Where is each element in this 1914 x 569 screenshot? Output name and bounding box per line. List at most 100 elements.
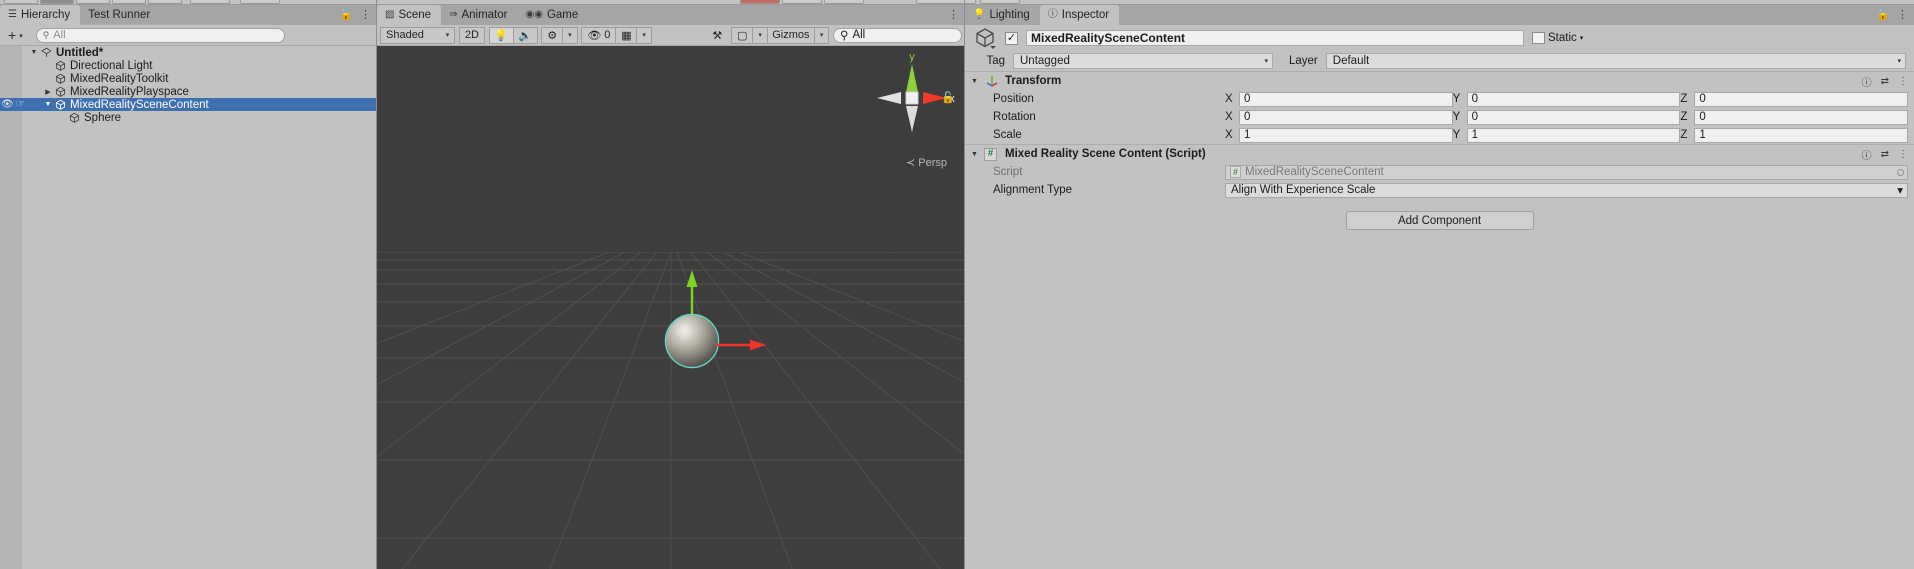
component-header-transform[interactable]: ▼ Transform ⓘ ⇄ ⋮: [965, 71, 1914, 90]
toolbar-pause-button[interactable]: [782, 0, 822, 4]
kebab-menu-icon[interactable]: ⋮: [1898, 149, 1908, 160]
toolbar-cloud-button[interactable]: [980, 0, 1020, 4]
scale-x-input[interactable]: 1: [1239, 128, 1453, 143]
rotation-vector3: X0Y0Z0: [1225, 110, 1908, 125]
scene-icon: [40, 47, 53, 58]
draw-mode-dropdown[interactable]: Shaded ▾: [380, 27, 455, 44]
position-y-input[interactable]: 0: [1467, 92, 1681, 107]
gizmos-button[interactable]: Gizmos: [767, 27, 815, 44]
foldout-icon[interactable]: ▼: [28, 49, 40, 56]
scene-grid-toggle[interactable]: ▦: [615, 27, 637, 44]
static-toggle-group[interactable]: Static ▾: [1532, 32, 1585, 44]
kebab-menu-icon[interactable]: ⋮: [360, 10, 371, 21]
scene-hidden-objects[interactable]: 👁 0: [581, 27, 616, 44]
scene-camera-dropdown[interactable]: ▾: [752, 27, 768, 44]
lock-icon[interactable]: 🔓: [1876, 10, 1890, 21]
toolbar-hand-tool[interactable]: [4, 0, 38, 4]
rotation-y-axis: Y0: [1453, 110, 1681, 125]
foldout-icon[interactable]: ▶: [42, 88, 54, 96]
scale-y-input[interactable]: 1: [1467, 128, 1681, 143]
lock-open-icon[interactable]: 🔓: [941, 91, 955, 104]
script-object-field[interactable]: #MixedRealitySceneContent: [1225, 165, 1908, 180]
component-header-mixed-reality-scene-content[interactable]: ▼ # Mixed Reality Scene Content (Script)…: [965, 144, 1914, 163]
hierarchy-item-mixedrealitytoolkit[interactable]: MixedRealityToolkit: [0, 72, 377, 85]
object-picker-icon[interactable]: [1897, 169, 1904, 176]
scene-viewport[interactable]: y x 🔓 ≺ Persp: [377, 46, 965, 569]
gameobject-cube-icon: [54, 99, 67, 110]
rotation-x-input[interactable]: 0: [1239, 110, 1453, 125]
position-z-input[interactable]: 0: [1694, 92, 1908, 107]
toolbar-play-button[interactable]: [740, 0, 780, 4]
toolbar-rotate-tool[interactable]: [76, 0, 110, 4]
perspective-label[interactable]: ≺ Persp: [906, 156, 947, 169]
toolbar-rect-tool[interactable]: [148, 0, 182, 4]
tab-scene[interactable]: ▧ Scene: [377, 5, 441, 25]
property-row-rotation: RotationX0Y0Z0: [965, 108, 1914, 126]
hierarchy-item-sphere[interactable]: Sphere: [0, 111, 377, 124]
gizmos-dropdown[interactable]: ▾: [814, 27, 830, 44]
eye-icon[interactable]: 👁: [1, 100, 14, 110]
hierarchy-search-input[interactable]: ⚲ All: [36, 28, 285, 43]
foldout-icon[interactable]: ▼: [42, 101, 54, 108]
scale-x-axis: X1: [1225, 128, 1453, 143]
toolbar-scale-tool[interactable]: [112, 0, 146, 4]
preset-icon[interactable]: ⇄: [1881, 149, 1889, 160]
scene-panel: ▧ Scene ⇛ Animator ◉◉ Game ⋮ Shaded ▾ 2D: [377, 5, 965, 569]
object-enabled-checkbox[interactable]: ✓: [1005, 32, 1018, 45]
tab-animator[interactable]: ⇛ Animator: [441, 5, 517, 25]
scene-lighting-toggle[interactable]: 💡: [489, 27, 514, 44]
scene-fx-toggle[interactable]: ⚙: [541, 27, 563, 44]
toolbar-step-button[interactable]: [824, 0, 864, 4]
axis-label-z: Z: [1680, 129, 1690, 141]
static-checkbox[interactable]: [1532, 32, 1545, 44]
hierarchy-item-label: MixedRealitySceneContent: [67, 99, 209, 111]
foldout-icon[interactable]: ▼: [971, 78, 981, 85]
lightbulb-icon: 💡: [973, 10, 985, 20]
create-button[interactable]: + ▾: [4, 27, 27, 43]
hierarchy-item-untitled[interactable]: ▼Untitled*: [0, 46, 377, 59]
position-y-axis: Y0: [1453, 92, 1681, 107]
chevron-down-icon: ▾: [1897, 57, 1901, 65]
scene-audio-toggle[interactable]: 🔈: [513, 27, 538, 44]
gameobject-cube-icon: [54, 86, 67, 97]
tag-dropdown[interactable]: Untagged ▾: [1013, 53, 1273, 69]
selected-sphere-object[interactable]: [632, 261, 772, 391]
alignment-type-dropdown[interactable]: Align With Experience Scale▾: [1225, 183, 1908, 198]
visibility-toggles[interactable]: 👁☞: [0, 98, 27, 111]
pointer-icon[interactable]: ☞: [16, 100, 25, 110]
kebab-menu-icon[interactable]: ⋮: [1897, 10, 1908, 21]
help-icon[interactable]: ⓘ: [1862, 74, 1872, 89]
layer-dropdown[interactable]: Default ▾: [1326, 53, 1906, 69]
tag-layer-row: Tag Untagged ▾ Layer Default ▾: [965, 51, 1914, 71]
tab-hierarchy[interactable]: ☰ Hierarchy: [0, 5, 80, 25]
hierarchy-item-mixedrealityplayspace[interactable]: ▶MixedRealityPlayspace: [0, 85, 377, 98]
toolbar-transform-tool[interactable]: [190, 0, 230, 4]
scene-fx-dropdown[interactable]: ▾: [562, 27, 578, 44]
position-x-input[interactable]: 0: [1239, 92, 1453, 107]
rotation-z-input[interactable]: 0: [1694, 110, 1908, 125]
scene-grid-dropdown[interactable]: ▾: [636, 27, 652, 44]
scene-camera-button[interactable]: ▢: [731, 27, 753, 44]
help-icon[interactable]: ⓘ: [1862, 147, 1872, 162]
scale-z-input[interactable]: 1: [1694, 128, 1908, 143]
lock-icon[interactable]: 🔓: [339, 10, 353, 21]
toolbar-move-tool[interactable]: [40, 0, 74, 4]
rotation-y-input[interactable]: 0: [1467, 110, 1681, 125]
hierarchy-item-mixedrealityscenecontent[interactable]: 👁☞ ▼ MixedRealitySceneContent: [0, 98, 377, 111]
scene-search-input[interactable]: ⚲ All: [833, 28, 962, 43]
add-component-button[interactable]: Add Component: [1346, 211, 1534, 230]
kebab-menu-icon[interactable]: ⋮: [1898, 76, 1908, 87]
kebab-menu-icon[interactable]: ⋮: [948, 10, 959, 21]
scene-tools-button[interactable]: ⚒: [707, 27, 728, 44]
preset-icon[interactable]: ⇄: [1881, 76, 1889, 87]
tab-game[interactable]: ◉◉ Game: [517, 5, 588, 25]
toggle-2d-button[interactable]: 2D: [459, 27, 485, 44]
hierarchy-item-directional-light[interactable]: Directional Light: [0, 59, 377, 72]
tab-lighting[interactable]: 💡 Lighting: [965, 5, 1040, 25]
object-name-input[interactable]: MixedRealitySceneContent: [1026, 30, 1524, 46]
tab-test-runner[interactable]: Test Runner: [80, 5, 160, 25]
foldout-icon[interactable]: ▼: [971, 151, 981, 158]
toolbar-collab-button[interactable]: [916, 0, 976, 4]
tab-inspector[interactable]: ⓘ Inspector: [1040, 5, 1119, 25]
toolbar-custom-tool[interactable]: [240, 0, 280, 4]
